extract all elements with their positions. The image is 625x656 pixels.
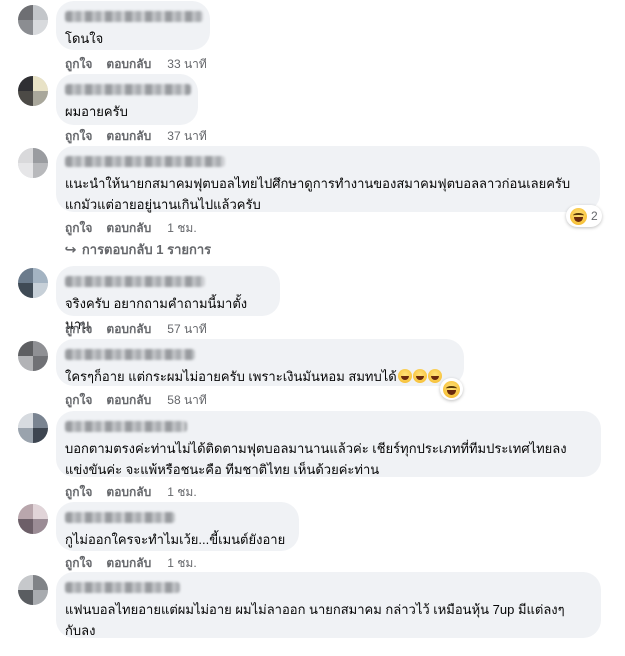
- comment-actions: ถูกใจ ตอบกลับ 1 ชม.: [65, 554, 211, 573]
- author-name[interactable]: [65, 156, 225, 167]
- rofl-emoji-icon: [412, 369, 427, 383]
- comment-bubble: บอกตามตรงค่ะท่านไม่ได้ติดตามฟุตบอลมานานแ…: [56, 411, 601, 477]
- comment-text: แนะนำให้นายกสมาคมฟุตบอลไทยไปศึกษาดูการทำ…: [65, 176, 571, 212]
- comment-bubble: กูไม่ออกใครจะทำไมเว้ย...ขี้เมนต์ยังอาย: [56, 502, 299, 551]
- haha-emoji-icon: [443, 380, 460, 398]
- author-name[interactable]: [65, 11, 203, 22]
- comment-actions: ถูกใจ ตอบกลับ 58 นาที: [65, 391, 221, 410]
- comment-text: ใครๆก็อาย แต่กระผมไม่อายครับ เพราะเงินมั…: [65, 366, 452, 387]
- like-button[interactable]: ถูกใจ: [65, 320, 92, 339]
- like-button[interactable]: ถูกใจ: [65, 391, 92, 410]
- avatar[interactable]: [18, 413, 48, 443]
- avatar[interactable]: [18, 341, 48, 371]
- like-button[interactable]: ถูกใจ: [65, 219, 92, 238]
- avatar[interactable]: [18, 504, 48, 534]
- author-name[interactable]: [65, 582, 180, 593]
- reply-button[interactable]: ตอบกลับ: [106, 391, 151, 410]
- avatar[interactable]: [18, 268, 48, 298]
- comment-time[interactable]: 1 ชม.: [167, 219, 196, 238]
- comment-actions: ถูกใจ ตอบกลับ 1 ชม.: [65, 483, 211, 502]
- comment-bubble: จริงครับ อยากถามคำถามนี้มาตั้งนาน: [56, 266, 280, 332]
- comment-actions: ถูกใจ ตอบกลับ 37 นาที: [65, 127, 221, 146]
- reply-button[interactable]: ตอบกลับ: [106, 554, 151, 573]
- comment-time[interactable]: 58 นาที: [167, 391, 207, 410]
- author-name[interactable]: [65, 84, 191, 95]
- comment-time[interactable]: 57 นาที: [167, 320, 207, 339]
- comment-time[interactable]: 37 นาที: [167, 127, 207, 146]
- reaction-count: 2: [591, 209, 598, 223]
- comment-bubble: ผมอายครับ: [56, 74, 198, 125]
- like-button[interactable]: ถูกใจ: [65, 483, 92, 502]
- comment-text: แฟนบอลไทยอายแต่ผมไม่อาย ผมไม่ลาออก นายกส…: [65, 602, 565, 638]
- like-button[interactable]: ถูกใจ: [65, 55, 92, 74]
- comment-text: บอกตามตรงค่ะท่านไม่ได้ติดตามฟุตบอลมานานแ…: [65, 441, 567, 477]
- author-name[interactable]: [65, 349, 195, 360]
- avatar[interactable]: [18, 76, 48, 106]
- rofl-emoji-icon: [427, 369, 442, 383]
- comment-time[interactable]: 33 นาที: [167, 55, 207, 74]
- view-replies-link[interactable]: ↪ การตอบกลับ 1 รายการ: [64, 239, 211, 260]
- reply-button[interactable]: ตอบกลับ: [106, 320, 151, 339]
- comment-bubble: แฟนบอลไทยอายแต่ผมไม่อาย ผมไม่ลาออก นายกส…: [56, 572, 601, 638]
- avatar[interactable]: [18, 148, 48, 178]
- reply-arrow-icon: ↪: [64, 242, 77, 257]
- reply-button[interactable]: ตอบกลับ: [106, 219, 151, 238]
- author-name[interactable]: [65, 276, 205, 287]
- like-button[interactable]: ถูกใจ: [65, 127, 92, 146]
- reaction-summary[interactable]: 2: [566, 205, 602, 227]
- reaction-summary[interactable]: [440, 378, 463, 400]
- author-name[interactable]: [65, 421, 187, 432]
- reply-button[interactable]: ตอบกลับ: [106, 55, 151, 74]
- comment-bubble: โดนใจ: [56, 1, 210, 50]
- avatar[interactable]: [18, 575, 48, 605]
- comment-actions: ถูกใจ ตอบกลับ 1 ชม.: [65, 219, 211, 238]
- comment-bubble: ใครๆก็อาย แต่กระผมไม่อายครับ เพราะเงินมั…: [56, 339, 464, 386]
- comment-actions: ถูกใจ ตอบกลับ 57 นาที: [65, 320, 221, 339]
- haha-emoji-icon: [570, 207, 587, 225]
- comment-text: โดนใจ: [65, 31, 104, 46]
- comment-actions: ถูกใจ ตอบกลับ 33 นาที: [65, 55, 221, 74]
- rofl-emoji-icon: [397, 369, 412, 383]
- reply-button[interactable]: ตอบกลับ: [106, 127, 151, 146]
- avatar[interactable]: [18, 5, 48, 35]
- comment-bubble: แนะนำให้นายกสมาคมฟุตบอลไทยไปศึกษาดูการทำ…: [56, 146, 600, 212]
- reply-button[interactable]: ตอบกลับ: [106, 483, 151, 502]
- comment-text: ผมอายครับ: [65, 104, 128, 119]
- comment-time[interactable]: 1 ชม.: [167, 483, 196, 502]
- comment-time[interactable]: 1 ชม.: [167, 554, 196, 573]
- like-button[interactable]: ถูกใจ: [65, 554, 92, 573]
- comment-text: กูไม่ออกใครจะทำไมเว้ย...ขี้เมนต์ยังอาย: [65, 532, 286, 547]
- author-name[interactable]: [65, 512, 175, 523]
